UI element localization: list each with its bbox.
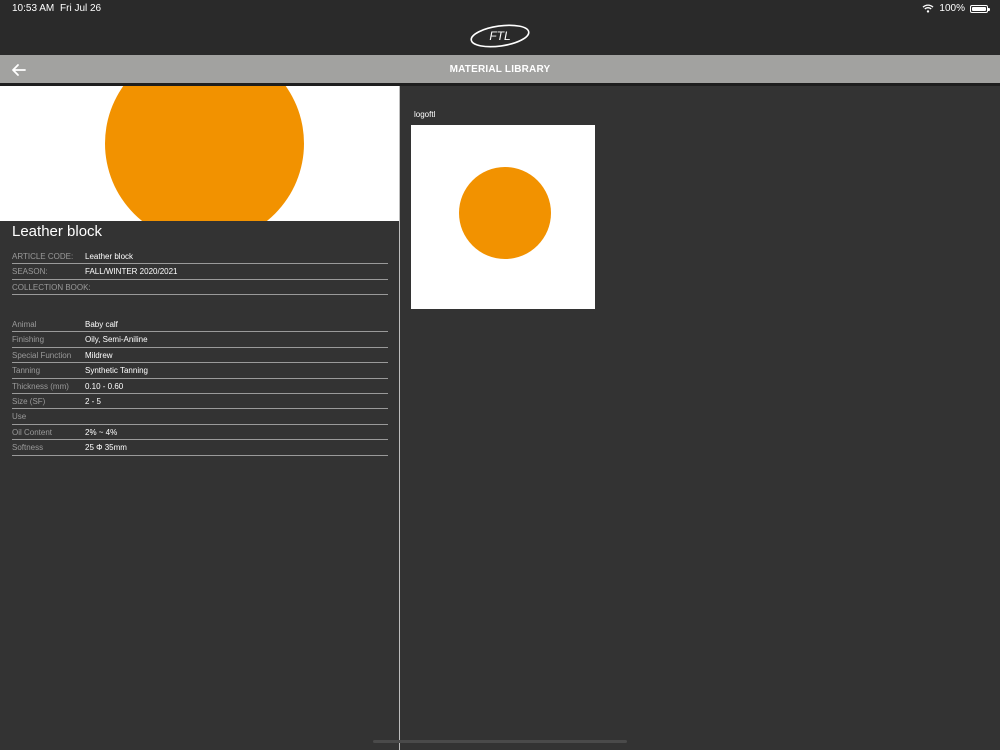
wifi-icon — [922, 4, 934, 13]
status-bar: 10:53 AM Fri Jul 26 100% — [0, 0, 1000, 18]
attribute-label: Use — [12, 412, 27, 422]
battery-percent: 100% — [939, 3, 965, 14]
ftl-logo: FTL — [470, 24, 530, 48]
gallery-item-label: logoftl — [414, 110, 436, 119]
thumbnail-swatch — [459, 167, 551, 259]
home-indicator[interactable] — [373, 740, 627, 743]
material-detail-panel: Leather block ARTICLE CODE: Leather bloc… — [0, 86, 399, 750]
status-date: Fri Jul 26 — [60, 3, 102, 14]
attribute-label: Animal — [12, 320, 37, 329]
attribute-value: 25 Φ 35mm — [85, 443, 127, 453]
attribute-row: Oil Content 2% ~ 4% — [12, 425, 388, 441]
attribute-row: Thickness (mm) 0.10 - 0.60 — [12, 379, 388, 394]
attribute-label: Size (SF) — [12, 396, 46, 406]
attribute-value: Mildrew — [85, 350, 113, 360]
app-header: FTL — [0, 18, 1000, 55]
meta-table: ARTICLE CODE: Leather block SEASON: FALL… — [12, 249, 388, 296]
attribute-label: Thickness (mm) — [12, 381, 69, 391]
attribute-value: Baby calf — [85, 320, 118, 329]
attribute-label: Tanning — [12, 366, 41, 376]
material-swatch — [105, 86, 304, 221]
meta-value: Leather block — [85, 252, 134, 261]
gallery-thumbnail[interactable] — [411, 125, 595, 309]
attribute-row: Animal Baby calf — [12, 317, 388, 333]
meta-row-season: SEASON: FALL/WINTER 2020/2021 — [12, 264, 388, 280]
attribute-value: 2% ~ 4% — [85, 427, 118, 437]
attribute-value: 2 - 5 — [85, 396, 102, 406]
page-title: MATERIAL LIBRARY — [449, 64, 551, 75]
material-image — [0, 86, 399, 221]
attribute-label: Finishing — [12, 335, 45, 345]
meta-label: COLLECTION BOOK: — [12, 282, 91, 292]
status-indicators: 100% — [922, 3, 990, 14]
attribute-row: Size (SF) 2 - 5 — [12, 394, 388, 410]
attribute-value: Oily, Semi-Aniline — [85, 335, 148, 345]
attribute-label: Special Function — [12, 350, 72, 360]
meta-row-article-code: ARTICLE CODE: Leather block — [12, 249, 388, 265]
meta-label: SEASON: — [12, 267, 48, 277]
attribute-row: Softness 25 Φ 35mm — [12, 440, 388, 456]
attribute-row: Special Function Mildrew — [12, 348, 388, 364]
logo-text: FTL — [489, 29, 510, 43]
status-time: 10:53 AM — [12, 3, 55, 14]
attribute-label: Softness — [12, 443, 44, 453]
attributes-table: Animal Baby calf Finishing Oily, Semi-An… — [12, 317, 388, 456]
attribute-value: 0.10 - 0.60 — [85, 381, 124, 391]
attribute-row: Tanning Synthetic Tanning — [12, 363, 388, 379]
meta-label: ARTICLE CODE: — [12, 252, 74, 261]
battery-icon — [970, 4, 990, 13]
attribute-row: Finishing Oily, Semi-Aniline — [12, 332, 388, 348]
nav-bar: MATERIAL LIBRARY — [0, 55, 1000, 86]
material-title: Leather block — [12, 223, 103, 240]
gallery-panel: logoftl — [400, 86, 1000, 750]
attribute-value: Synthetic Tanning — [85, 366, 149, 376]
attribute-row: Use — [12, 409, 388, 425]
meta-row-collection-book: COLLECTION BOOK: — [12, 280, 388, 296]
attribute-label: Oil Content — [12, 427, 53, 437]
meta-value: FALL/WINTER 2020/2021 — [85, 267, 178, 277]
